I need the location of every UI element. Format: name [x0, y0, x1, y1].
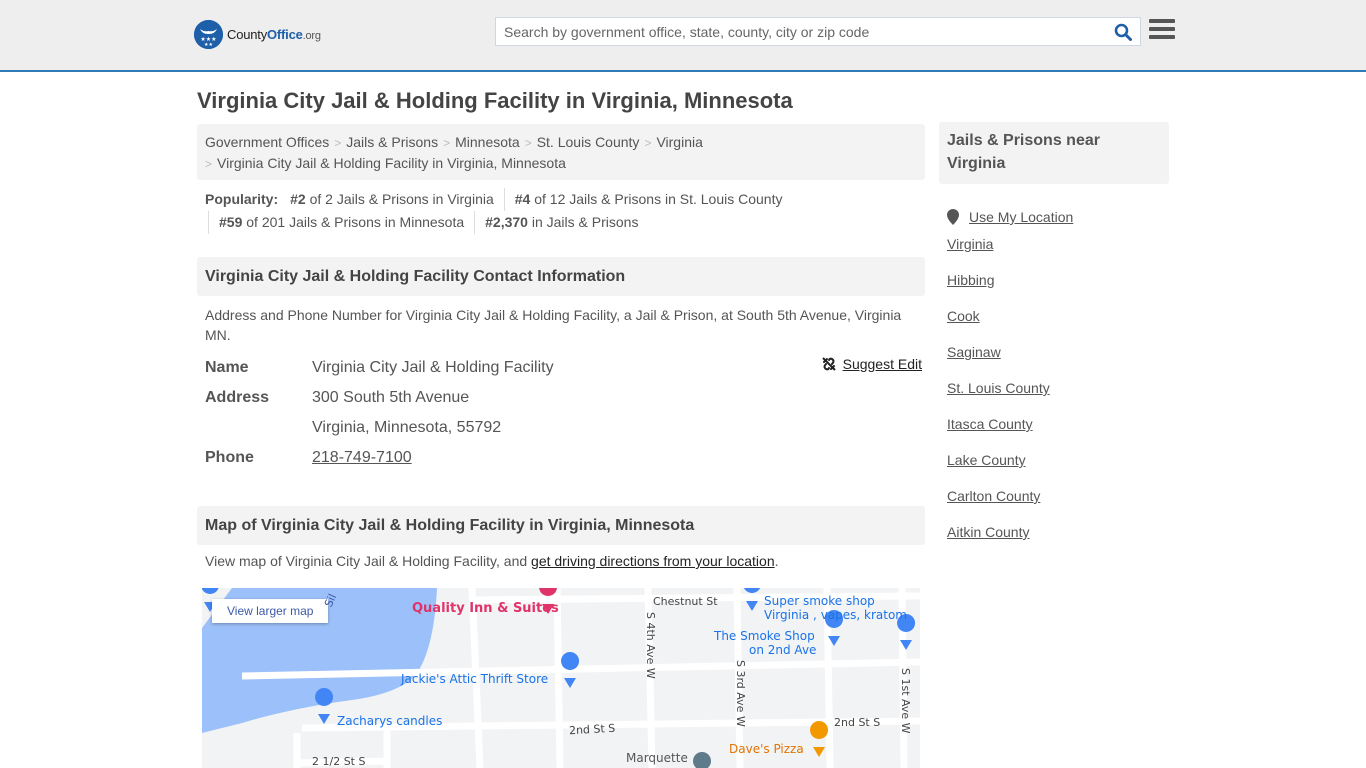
breadcrumb-separator: >: [443, 136, 451, 150]
contact-section-heading: Virginia City Jail & Holding Facility Co…: [197, 257, 925, 296]
unlink-icon: [821, 357, 836, 371]
address-row-2: Virginia, Minnesota, 55792: [205, 414, 925, 444]
search-button[interactable]: [1106, 18, 1140, 45]
breadcrumb-current: Virginia City Jail & Holding Facility in…: [217, 155, 566, 171]
address-line-1: 300 South 5th Avenue: [312, 389, 470, 406]
breadcrumb-separator: >: [205, 157, 213, 171]
map-label-street: S 1st Ave W: [899, 668, 912, 734]
popularity-item: #2,370 in Jails & Prisons: [474, 211, 648, 234]
map-label-street: S 4th Ave W: [644, 612, 657, 679]
nearby-list: Use My Location Virginia Hibbing Cook Sa…: [939, 199, 1169, 559]
page-title: Virginia City Jail & Holding Facility in…: [197, 88, 793, 113]
menu-bar: [1149, 27, 1175, 31]
nearby-item: Virginia: [947, 235, 1169, 271]
name-row: Name Virginia City Jail & Holding Facili…: [205, 354, 925, 384]
map-label-poi: Virginia , vapes, kratom: [764, 608, 907, 622]
breadcrumb-separator: >: [524, 136, 532, 150]
nearby-item: Hibbing: [947, 271, 1169, 307]
map-description: View map of Virginia City Jail & Holding…: [205, 553, 779, 569]
address-row: Address 300 South 5th Avenue: [205, 384, 925, 414]
map-label-street: S 3rd Ave W: [734, 660, 747, 727]
address-line-2: Virginia, Minnesota, 55792: [312, 419, 502, 436]
nearby-link-st-louis-county[interactable]: St. Louis County: [947, 380, 1050, 396]
map-label-street: Chestnut St: [653, 595, 718, 608]
phone-row: Phone 218-749-7100: [205, 444, 925, 474]
phone-link[interactable]: 218-749-7100: [312, 444, 412, 474]
suggest-edit[interactable]: Suggest Edit: [821, 356, 922, 372]
main-content: Government Offices > Jails & Prisons > Minne…: [197, 124, 925, 768]
menu-bar: [1149, 19, 1175, 23]
nearby-link-itasca-county[interactable]: Itasca County: [947, 416, 1033, 432]
breadcrumb-link[interactable]: St. Louis County: [537, 134, 640, 150]
nearby-link-saginaw[interactable]: Saginaw: [947, 344, 1001, 360]
shopping-pin: [315, 688, 334, 724]
contact-info-table: Suggest Edit Name Virginia City Jail & H…: [205, 354, 925, 474]
breadcrumb: Government Offices > Jails & Prisons > Minne…: [197, 124, 925, 180]
site-header: ★★★ ★★ CountyOffice.org: [0, 0, 1366, 72]
svg-text:★★: ★★: [204, 42, 213, 48]
sidebar: Jails & Prisons near Virginia Use My Loc…: [939, 122, 1169, 559]
search-input[interactable]: [496, 18, 1106, 45]
restaurant-pin: [810, 721, 829, 757]
driving-directions-link[interactable]: get driving directions from your locatio…: [531, 553, 775, 569]
map-marker-icon: [947, 209, 959, 225]
nearby-link-lake-county[interactable]: Lake County: [947, 452, 1026, 468]
map-label-poi: on 2nd Ave: [749, 643, 817, 657]
map-label-street: 2nd St S: [568, 721, 616, 738]
nearby-link-virginia[interactable]: Virginia: [947, 236, 993, 252]
nearby-item: Aitkin County: [947, 523, 1169, 559]
breadcrumb-separator: >: [334, 136, 342, 150]
breadcrumb-link[interactable]: Jails & Prisons: [346, 134, 438, 150]
nearby-item: Itasca County: [947, 415, 1169, 451]
map-label-poi: Zacharys candles: [337, 714, 443, 728]
nearby-link-hibbing[interactable]: Hibbing: [947, 272, 994, 288]
popularity-label: Popularity:: [205, 191, 279, 207]
map-label-poi: Jackie's Attic Thrift Store: [401, 672, 549, 686]
embedded-map[interactable]: View larger map Quality Inn & Suites Che…: [202, 588, 920, 768]
nearby-link-cook[interactable]: Cook: [947, 308, 980, 324]
logo-text: CountyOffice.org: [227, 27, 321, 42]
map-label-hotel: Quality Inn & Suites: [412, 601, 559, 616]
search-bar: [495, 17, 1141, 46]
use-my-location-item: Use My Location: [947, 199, 1169, 235]
map-section-heading: Map of Virginia City Jail & Holding Faci…: [197, 506, 925, 545]
breadcrumb-link[interactable]: Minnesota: [455, 134, 520, 150]
sidebar-heading: Jails & Prisons near Virginia: [939, 122, 1169, 184]
nearby-item: Carlton County: [947, 487, 1169, 523]
map-label-restaurant: Dave's Pizza: [729, 742, 804, 756]
popularity-stats: Popularity: #2 of 2 Jails & Prisons in Vi…: [197, 180, 925, 234]
contact-description: Address and Phone Number for Virginia Ci…: [205, 307, 902, 343]
breadcrumb-link[interactable]: Government Offices: [205, 134, 329, 150]
name-label: Name: [205, 359, 249, 376]
address-label: Address: [205, 389, 270, 406]
map-label-poi: The Smoke Shop: [714, 629, 815, 643]
view-larger-map-button[interactable]: View larger map: [212, 599, 329, 623]
use-my-location-link[interactable]: Use My Location: [969, 208, 1073, 226]
suggest-edit-link[interactable]: Suggest Edit: [843, 356, 922, 372]
menu-bar: [1149, 35, 1175, 39]
popularity-item: #59 of 201 Jails & Prisons in Minnesota: [208, 211, 474, 234]
school-pin: [693, 752, 711, 768]
hamburger-menu-button[interactable]: [1149, 19, 1175, 43]
map-label-poi: Super smoke shop: [764, 594, 875, 608]
name-value: Virginia City Jail & Holding Facility: [312, 359, 554, 376]
popularity-item: #4 of 12 Jails & Prisons in St. Louis Co…: [503, 188, 793, 211]
breadcrumb-separator: >: [644, 136, 652, 150]
site-logo[interactable]: ★★★ ★★ CountyOffice.org: [194, 20, 321, 49]
eagle-stars-icon: ★★★ ★★: [194, 20, 223, 49]
phone-label: Phone: [205, 449, 254, 466]
popularity-item: #2 of 2 Jails & Prisons in Virginia: [290, 191, 494, 207]
nearby-item: Cook: [947, 307, 1169, 343]
breadcrumb-link[interactable]: Virginia: [656, 134, 702, 150]
map-label-school: Marquette: [626, 751, 688, 765]
nearby-item: St. Louis County: [947, 379, 1169, 415]
nearby-link-carlton-county[interactable]: Carlton County: [947, 488, 1040, 504]
search-icon: [1114, 23, 1132, 41]
map-label-street: 2nd St S: [834, 716, 881, 729]
nearby-item: Saginaw: [947, 343, 1169, 379]
nearby-item: Lake County: [947, 451, 1169, 487]
nearby-link-aitkin-county[interactable]: Aitkin County: [947, 524, 1029, 540]
map-label-street: 2 1/2 St S: [312, 755, 366, 768]
